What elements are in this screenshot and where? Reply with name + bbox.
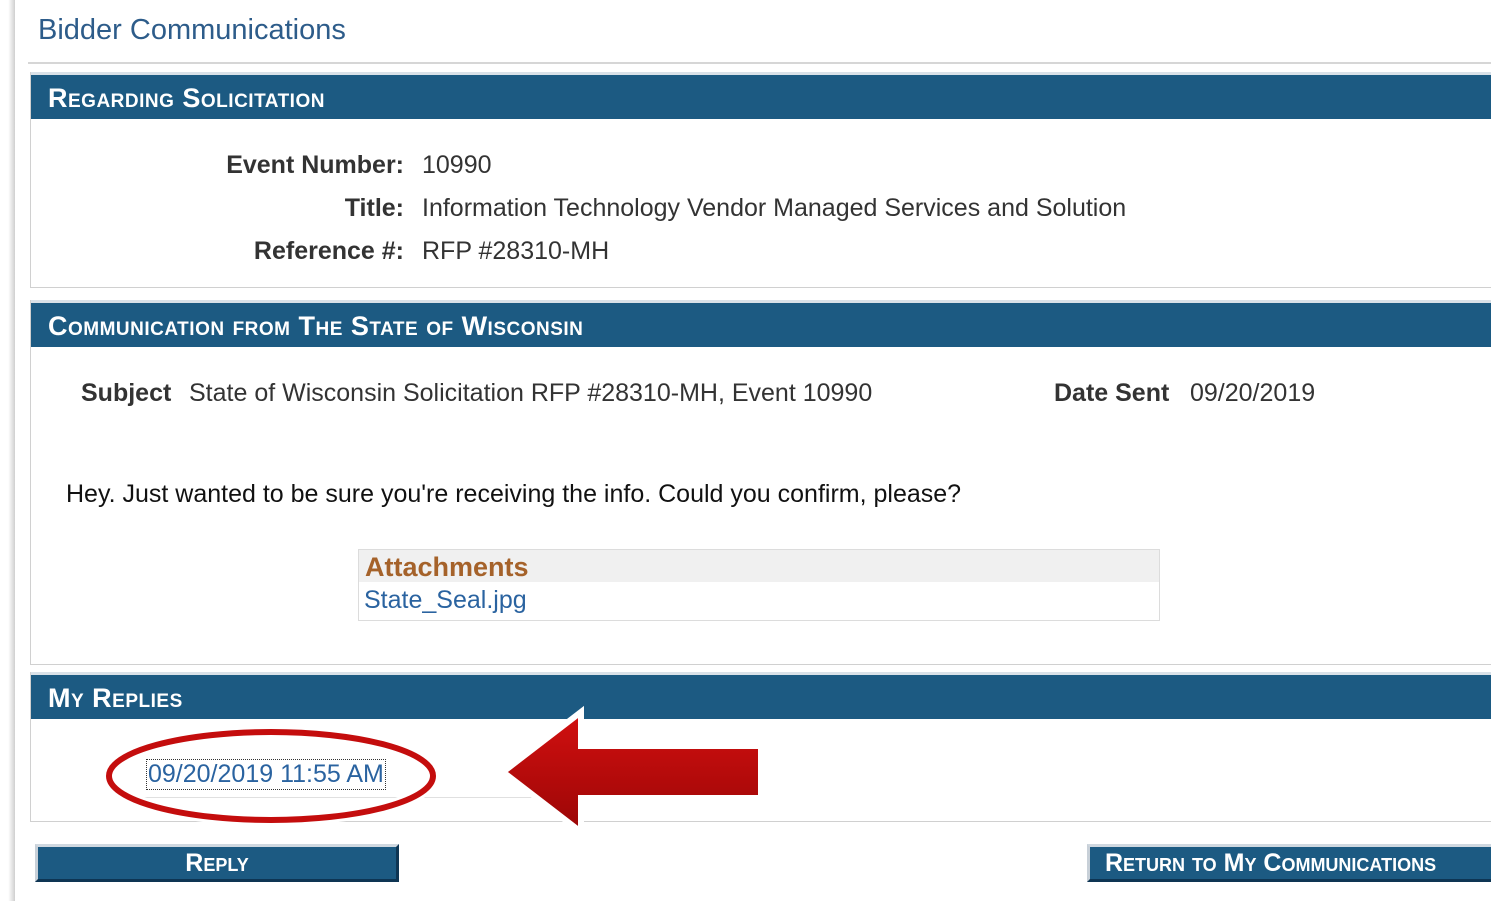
replies-header: My Replies	[31, 672, 1491, 719]
reference-value: RFP #28310-MH	[422, 237, 610, 265]
event-number-value: 10990	[422, 151, 492, 179]
window-left-edge	[0, 0, 15, 901]
subject-value: State of Wisconsin Solicitation RFP #283…	[189, 379, 873, 407]
date-sent-value: 09/20/2019	[1190, 379, 1316, 407]
title-value: Information Technology Vendor Managed Se…	[422, 194, 1127, 222]
event-number-label: Event Number:	[226, 151, 404, 179]
reply-button[interactable]: Reply	[35, 844, 399, 882]
return-to-communications-button[interactable]: Return to My Communications	[1087, 844, 1491, 882]
message-body: Hey. Just wanted to be sure you're recei…	[66, 480, 962, 508]
replies-panel: My Replies	[30, 672, 1491, 822]
page-title: Bidder Communications	[38, 14, 346, 46]
date-sent-label: Date Sent	[1054, 379, 1170, 407]
attachment-link[interactable]: State_Seal.jpg	[359, 586, 1159, 615]
reference-label: Reference #:	[253, 237, 404, 265]
solicitation-header: Regarding Solicitation	[31, 72, 1491, 119]
attachments-header: Attachments	[359, 550, 1159, 582]
reply-date-link[interactable]: 09/20/2019 11:55 AM	[146, 759, 386, 790]
title-label: Title:	[344, 194, 404, 222]
subject-label: Subject	[81, 379, 172, 407]
title-divider	[28, 62, 1491, 64]
reply-divider	[118, 797, 538, 798]
attachments-box: Attachments State_Seal.jpg	[358, 549, 1160, 621]
communication-header: Communication from The State of Wisconsi…	[31, 300, 1491, 347]
